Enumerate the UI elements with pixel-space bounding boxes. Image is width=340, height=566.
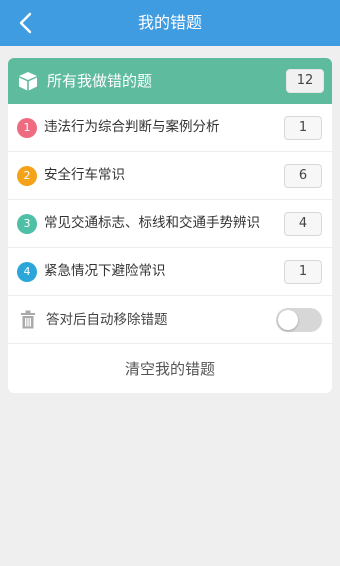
category-number-badge: 3	[17, 214, 37, 234]
category-row-3[interactable]: 3 常见交通标志、标线和交通手势辨识 4	[8, 200, 332, 248]
category-label: 常见交通标志、标线和交通手势辨识	[44, 215, 260, 231]
category-number-badge: 4	[17, 262, 37, 282]
auto-remove-toggle[interactable]	[276, 308, 322, 332]
category-row-1[interactable]: 1 违法行为综合判断与案例分析 1	[8, 104, 332, 152]
category-row-4[interactable]: 4 紧急情况下避险常识 1	[8, 248, 332, 296]
top-bar: 我的错题	[0, 0, 340, 46]
category-row-2[interactable]: 2 安全行车常识 6	[8, 152, 332, 200]
auto-remove-row: 答对后自动移除错题	[8, 296, 332, 344]
category-count-badge: 4	[284, 212, 322, 236]
all-wrong-questions-label: 所有我做错的题	[47, 72, 153, 90]
category-count-badge: 6	[284, 164, 322, 188]
toggle-knob	[278, 310, 298, 330]
category-label: 违法行为综合判断与案例分析	[44, 119, 220, 135]
box-icon	[19, 72, 37, 91]
category-number-badge: 1	[17, 118, 37, 138]
all-wrong-questions-row[interactable]: 所有我做错的题 12	[8, 58, 332, 104]
category-number-badge: 2	[17, 166, 37, 186]
all-wrong-count-badge: 12	[286, 69, 324, 93]
trash-icon	[21, 310, 35, 329]
category-count-badge: 1	[284, 260, 322, 284]
category-count-badge: 1	[284, 116, 322, 140]
category-label: 紧急情况下避险常识	[44, 263, 166, 279]
wrong-questions-card: 所有我做错的题 12 1 违法行为综合判断与案例分析 1 2 安全行车常识 6 …	[8, 58, 332, 393]
auto-remove-label: 答对后自动移除错题	[46, 312, 168, 328]
category-label: 安全行车常识	[44, 167, 125, 183]
page-title: 我的错题	[137, 13, 202, 32]
clear-wrong-questions-button[interactable]: 清空我的错题	[8, 345, 332, 393]
